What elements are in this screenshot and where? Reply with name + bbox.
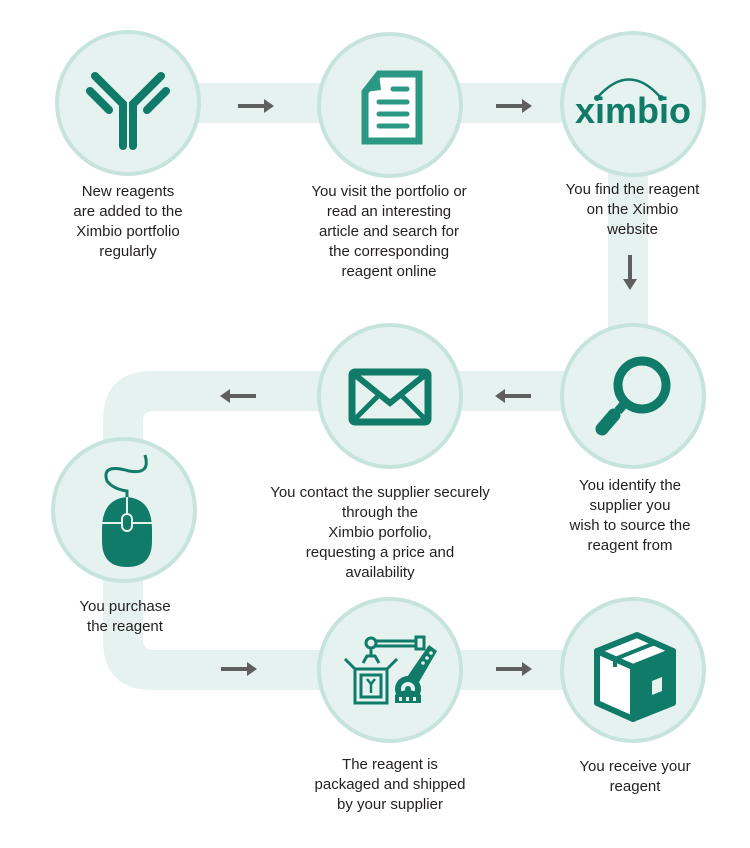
step-caption: You contact the supplier securely throug… [270, 484, 490, 581]
envelope-icon [348, 368, 432, 426]
robot-packaging-icon [343, 635, 437, 705]
arrow-right-2 [496, 99, 532, 113]
step-caption: You identify the supplier you wish to so… [569, 477, 691, 554]
step-caption: You visit the portfolio or read an inter… [311, 183, 467, 280]
step-circle [51, 437, 197, 583]
step-circle [317, 323, 463, 469]
step-caption: You find the reagent on the Ximbio websi… [565, 181, 700, 238]
document-icon [361, 70, 423, 145]
step-circle [317, 32, 463, 178]
step-caption: You receive your reagent [579, 758, 691, 795]
arrow-left-5 [220, 389, 256, 403]
process-diagram: New reagents are added to the Ximbio por… [0, 0, 750, 848]
step-caption: New reagents are added to the Ximbio por… [73, 183, 183, 260]
mouse-icon [102, 454, 152, 567]
magnifier-icon [595, 356, 671, 436]
step-circle [560, 597, 706, 743]
step-caption: You purchase the reagent [79, 598, 171, 635]
arrow-right-7 [496, 662, 532, 676]
step-circle [560, 323, 706, 469]
step-circle [317, 597, 463, 743]
ximbio-logo: ximbio [575, 78, 691, 131]
arrow-down-3 [623, 255, 637, 290]
antibody-icon [86, 72, 170, 150]
step-circle: ximbio [560, 31, 706, 177]
arrow-right-6 [221, 662, 257, 676]
step-circle [55, 30, 201, 176]
arrow-right-1 [238, 99, 274, 113]
package-box-icon [594, 632, 676, 722]
step-caption: The reagent is packaged and shipped by y… [314, 756, 466, 813]
svg-text:ximbio: ximbio [575, 90, 691, 131]
arrow-left-4 [495, 389, 531, 403]
